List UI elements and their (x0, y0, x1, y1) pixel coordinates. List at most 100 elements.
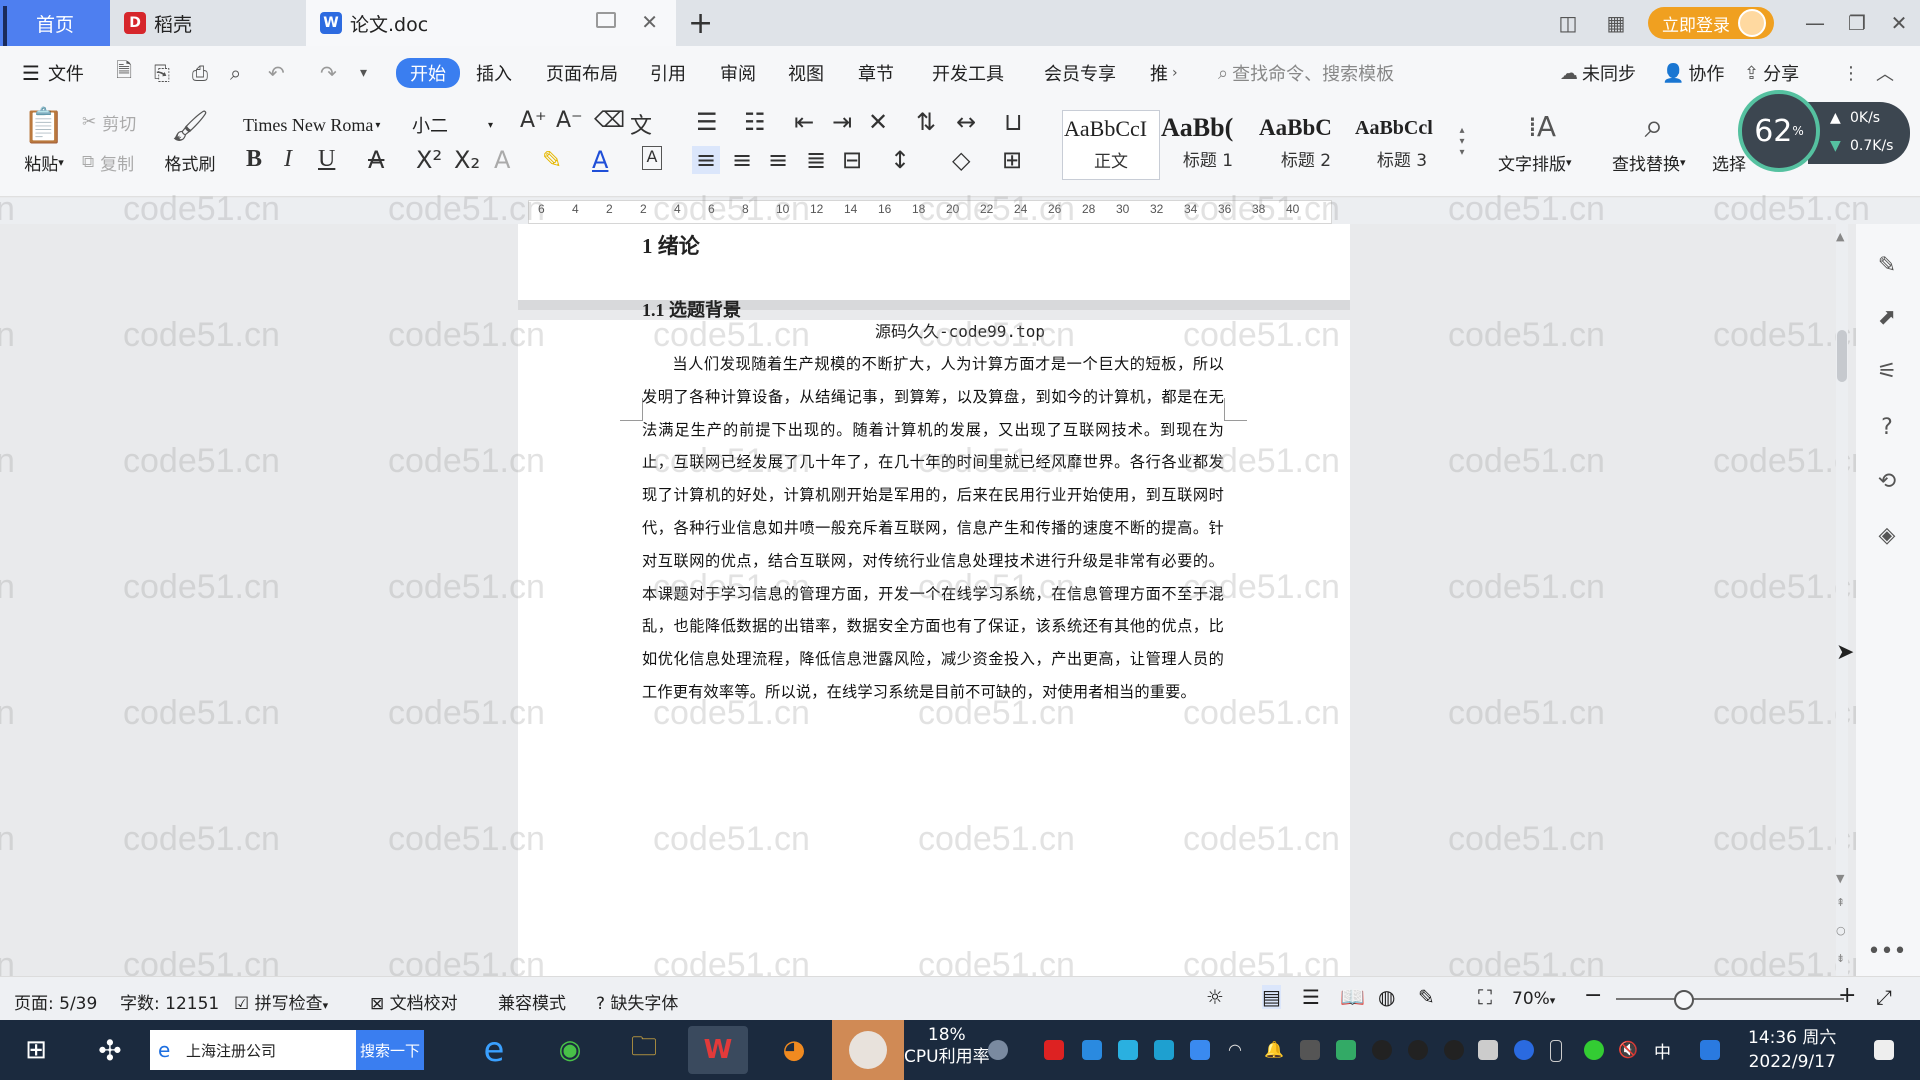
align-center-icon[interactable]: ≡ (732, 146, 752, 174)
scroll-down-icon[interactable]: ▼ (1836, 872, 1844, 885)
sync-status[interactable]: ☁ 未同步 (1560, 46, 1636, 100)
eye-protection-icon[interactable]: ☼ (1206, 985, 1224, 1009)
find-replace-button[interactable]: 查找替换 ▾ (1612, 150, 1686, 175)
pinwheel-app-icon[interactable]: ✣ (88, 1020, 132, 1080)
justify-icon[interactable]: ≣ (806, 146, 826, 174)
zoom-in-icon[interactable]: + (1838, 983, 1856, 1008)
side-more-icon[interactable]: ••• (1868, 936, 1907, 966)
window-mode-icon[interactable] (596, 12, 616, 28)
wifi-icon[interactable]: ◠ (1228, 1040, 1248, 1060)
adjust-sliders-icon[interactable]: ⚟ (1872, 356, 1902, 386)
prev-page-icon[interactable]: ⇞ (1836, 896, 1845, 909)
qq-icon[interactable] (1444, 1040, 1464, 1060)
zoom-slider-knob[interactable] (1674, 990, 1694, 1010)
font-size-select[interactable]: 小二 ▾ (412, 110, 508, 140)
menu-more-chevron-icon[interactable]: › (1172, 46, 1178, 100)
taskbar-search-input[interactable]: 上海注册公司 (150, 1030, 356, 1070)
internet-explorer-icon[interactable]: e (464, 1026, 524, 1074)
tab-document[interactable]: W 论文.doc ✕ (306, 0, 676, 46)
shading-icon[interactable]: ◇ (952, 146, 970, 174)
document-proofread[interactable]: ⊠ 文档校对 (370, 989, 458, 1014)
shield-icon[interactable] (1190, 1040, 1210, 1060)
qq-icon[interactable] (1372, 1040, 1392, 1060)
compass-icon[interactable]: ◈ (1872, 520, 1902, 550)
fullscreen-icon[interactable]: ⤢ (1876, 985, 1892, 1009)
paragraph-direction-icon[interactable]: ↔ (956, 108, 976, 136)
tray-app-icon[interactable] (1154, 1040, 1174, 1060)
sort-icon[interactable]: ⇅ (916, 108, 936, 136)
style-heading-1[interactable]: AaBb( 标题 1 (1160, 110, 1256, 178)
bullet-list-icon[interactable]: ☰ (696, 108, 718, 136)
battery-icon[interactable] (1478, 1040, 1498, 1060)
body-paragraph[interactable]: 当人们发现随着生产规模的不断扩大，人为计算方面才是一个巨大的短板，所以发明了各种… (642, 348, 1224, 709)
help-icon[interactable]: ? (1872, 412, 1902, 442)
bluetooth-icon[interactable] (1514, 1040, 1534, 1060)
style-gallery-scroll-icon[interactable]: ▴ ▾ ▾ (1452, 108, 1472, 174)
close-tab-icon[interactable]: ✕ (641, 10, 658, 34)
style-heading-3[interactable]: AaBbCcl 标题 3 (1354, 110, 1450, 178)
font-color-icon[interactable]: A (592, 146, 608, 174)
tab-stops-icon[interactable]: ⊔ (1004, 108, 1023, 136)
heading-2[interactable]: 1.1 选题背景 (642, 296, 741, 322)
pen-edit-icon[interactable]: ✎ (1872, 250, 1902, 280)
heading-1[interactable]: 1 绪论 (642, 230, 700, 260)
decrease-indent-icon[interactable]: ⇤ (794, 108, 814, 136)
font-name-select[interactable]: Times New Roma ▾ (236, 110, 408, 140)
usb-icon[interactable] (1550, 1040, 1562, 1062)
increase-indent-icon[interactable]: ⇥ (832, 108, 852, 136)
tray-app-icon[interactable] (1082, 1040, 1102, 1060)
print-icon[interactable]: ⎙ (192, 46, 208, 100)
scroll-up-icon[interactable]: ▲ (1836, 230, 1844, 243)
copy-button[interactable]: ⧉ 复制 (82, 148, 134, 176)
style-normal[interactable]: AaBbCcI 正文 (1062, 110, 1160, 180)
zoom-out-icon[interactable]: − (1584, 983, 1602, 1008)
ruler-track[interactable] (528, 200, 1332, 224)
media-player-icon[interactable]: ◕ (764, 1026, 824, 1074)
italic-icon[interactable]: I (284, 146, 292, 173)
format-painter-button[interactable]: 格式刷 (156, 150, 224, 175)
numbered-list-icon[interactable]: ☷ (744, 108, 766, 136)
bold-icon[interactable]: B (246, 146, 262, 173)
restore-icon[interactable]: ❐ (1836, 11, 1878, 35)
subscript-icon[interactable]: X₂ (454, 146, 480, 174)
tray-app-icon[interactable] (1336, 1040, 1356, 1060)
menu-start[interactable]: 开始 (396, 58, 460, 88)
minimize-icon[interactable]: — (1794, 11, 1836, 35)
collaborate-button[interactable]: 👤 协作 (1662, 46, 1724, 100)
tray-app-icon[interactable] (1300, 1040, 1320, 1060)
next-page-icon[interactable]: ⇟ (1836, 952, 1845, 965)
paste-button[interactable]: 粘贴 ▾ (18, 150, 70, 175)
char-border-icon[interactable]: A (642, 146, 662, 170)
tray-app-icon[interactable] (1700, 1040, 1720, 1060)
browser-360-icon[interactable]: ◉ (540, 1026, 600, 1074)
zoom-slider[interactable] (1616, 998, 1844, 1000)
command-search[interactable]: ⌕ 查找命令、搜索模板 (1218, 58, 1394, 88)
zoom-level[interactable]: 70%▾ (1512, 989, 1555, 1009)
phonetic-guide-icon[interactable]: 文 (630, 108, 652, 140)
highlight-icon[interactable]: ✎ (542, 146, 562, 174)
file-explorer-icon[interactable]: 🗀 (614, 1026, 674, 1074)
taskbar-search-button[interactable]: 搜索一下 (356, 1030, 424, 1070)
clear-format-icon[interactable]: ⌫ (594, 108, 625, 133)
line-spacing-icon[interactable]: ↕ (890, 146, 910, 174)
network-speed-widget[interactable]: ▲ 0K/s ▼ 0.7K/s 62% (1738, 90, 1910, 176)
notification-bell-icon[interactable]: 🔔 (1264, 1040, 1284, 1060)
menu-page-layout[interactable]: 页面布局 (546, 46, 618, 100)
superscript-icon[interactable]: X² (416, 146, 442, 174)
input-method-indicator[interactable]: 中 (1654, 1038, 1671, 1063)
distribute-icon[interactable]: ⊟ (842, 146, 862, 174)
text-layout-icon[interactable]: ⁞A (1518, 104, 1566, 148)
word-count[interactable]: 字数: 12151 (120, 989, 219, 1014)
chinese-layout-icon[interactable]: ✕ (868, 108, 888, 136)
text-layout-button[interactable]: 文字排版 ▾ (1498, 150, 1572, 175)
menu-review[interactable]: 审阅 (720, 46, 756, 100)
close-window-icon[interactable]: ✕ (1878, 11, 1920, 35)
menu-member[interactable]: 会员专享 (1044, 46, 1116, 100)
weather-icon[interactable] (988, 1040, 1008, 1060)
paste-icon[interactable]: 📋 (18, 104, 70, 148)
new-tab-button[interactable]: + (688, 6, 713, 41)
decrease-font-icon[interactable]: A⁻ (556, 108, 583, 133)
increase-font-icon[interactable]: A⁺ (520, 108, 547, 133)
reading-view-icon[interactable]: 📖 (1340, 985, 1365, 1009)
tab-home[interactable]: 首页 (0, 0, 110, 64)
